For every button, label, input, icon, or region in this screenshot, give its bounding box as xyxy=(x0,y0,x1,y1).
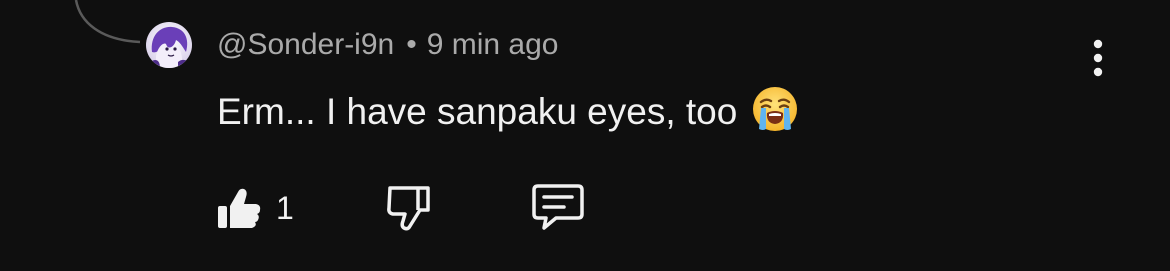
dislike-button[interactable] xyxy=(384,184,434,234)
comment-meta: @Sonder-i9n • 9 min ago xyxy=(217,25,558,65)
avatar[interactable] xyxy=(146,22,192,68)
comment-body: Erm... I have sanpaku eyes, too xyxy=(217,85,799,145)
vertical-ellipsis-icon xyxy=(1093,39,1103,77)
more-options-button[interactable] xyxy=(1082,38,1114,80)
loudly-crying-face-icon xyxy=(751,85,799,145)
comment-timestamp[interactable]: 9 min ago xyxy=(427,28,559,61)
author-handle[interactable]: @Sonder-i9n xyxy=(217,28,394,61)
like-button[interactable]: 1 xyxy=(216,186,306,230)
like-count: 1 xyxy=(276,190,294,226)
thumbs-up-icon xyxy=(218,188,261,228)
thread-connector xyxy=(74,0,141,44)
thumbs-down-icon xyxy=(387,186,430,231)
meta-separator: • xyxy=(406,28,417,61)
reply-button[interactable] xyxy=(530,182,586,232)
comment-text: Erm... I have sanpaku eyes, too xyxy=(217,91,738,132)
comment-reply-icon xyxy=(532,184,584,230)
